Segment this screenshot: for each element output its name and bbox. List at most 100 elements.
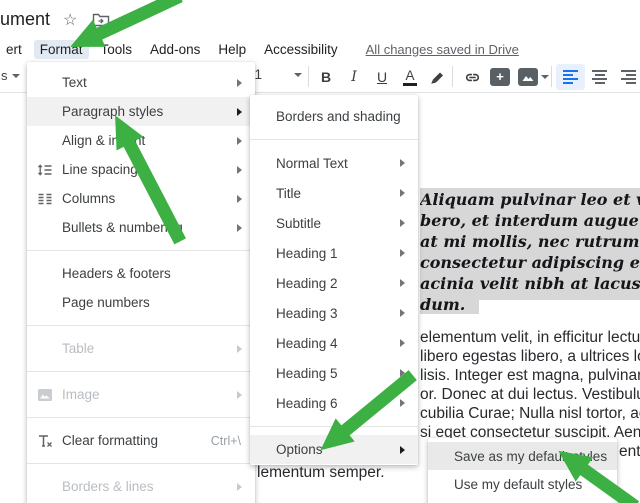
insert-link-button[interactable]: [458, 64, 486, 90]
doc-text-fragment: lementum semper.: [257, 464, 385, 481]
insert-image-button[interactable]: [514, 64, 552, 90]
menu-accessibility[interactable]: Accessibility: [258, 40, 344, 59]
submenu-arrow-icon: [400, 399, 405, 407]
submenu-arrow-icon: [400, 445, 405, 454]
submenu-arrow-icon: [400, 189, 405, 197]
menu-item-bullets-numbering[interactable]: Bullets & numbering: [27, 213, 255, 242]
doc-line: libero egestas libero, a ultrices lorem: [420, 348, 640, 365]
menu-item-heading-1[interactable]: Heading 1: [250, 238, 418, 268]
submenu-arrow-icon: [400, 309, 405, 317]
image-icon: [27, 388, 62, 402]
save-status-link[interactable]: All changes saved in Drive: [366, 42, 519, 57]
doc-line: at mi mollis, nec rutrum lorem eleifend.…: [420, 232, 640, 251]
menu-item-normal-text[interactable]: Normal Text: [250, 148, 418, 178]
doc-line: bero, et interdum augue porta a. Donec u…: [420, 211, 640, 230]
menu-addons[interactable]: Add-ons: [144, 40, 206, 59]
doc-line: elementum velit, in efficitur lectus qu: [420, 329, 640, 346]
menu-item-page-numbers[interactable]: Page numbers: [27, 288, 255, 317]
styled-paragraph: Aliquam pulvinar leo et varius feugiat. …: [420, 190, 640, 316]
star-icon[interactable]: ☆: [63, 10, 77, 30]
highlighter-icon: [431, 72, 443, 84]
menu-item-title[interactable]: Title: [250, 178, 418, 208]
menu-item-heading-3[interactable]: Heading 3: [250, 298, 418, 328]
underline-button[interactable]: U: [368, 64, 396, 90]
text-color-bar: [403, 82, 417, 86]
menu-item-heading-5[interactable]: Heading 5: [250, 358, 418, 388]
menu-item-save-default-styles[interactable]: Save as my default styles: [428, 442, 617, 470]
align-center-icon: [592, 70, 607, 84]
options-submenu: Save as my default styles Use my default…: [428, 438, 617, 503]
chevron-down-icon[interactable]: [294, 72, 303, 77]
menu-item-line-spacing[interactable]: Line spacing: [27, 155, 255, 184]
menu-item-heading-4[interactable]: Heading 4: [250, 328, 418, 358]
insert-comment-button[interactable]: +: [486, 64, 514, 90]
menu-help[interactable]: Help: [212, 40, 252, 59]
submenu-arrow-icon: [400, 159, 405, 167]
image-icon: [517, 68, 538, 86]
italic-button[interactable]: I: [340, 64, 368, 90]
submenu-arrow-icon: [237, 194, 242, 203]
move-to-folder-icon[interactable]: [92, 13, 110, 32]
align-center-button[interactable]: [585, 64, 614, 90]
toolbar-divider: [551, 66, 552, 87]
normal-paragraph: elementum velit, in efficitur lectus qu …: [420, 329, 640, 443]
menu-item-heading-6[interactable]: Heading 6: [250, 388, 418, 418]
menu-item-headers-footers[interactable]: Headers & footers: [27, 259, 255, 288]
menu-item-clear-formatting[interactable]: Clear formatting Ctrl+\: [27, 426, 255, 455]
doc-line: Aliquam pulvinar leo et varius feugiat. …: [420, 190, 640, 209]
menu-insert-fragment[interactable]: ert: [0, 40, 28, 59]
submenu-arrow-icon: [237, 78, 242, 87]
toolbar-fragment: s: [1, 68, 8, 83]
chevron-down-icon[interactable]: [540, 75, 549, 79]
menu-item-text[interactable]: Text: [27, 68, 255, 97]
menu-separator: [27, 371, 255, 372]
menu-bar: ert Format Tools Add-ons Help Accessibil…: [0, 38, 640, 60]
menu-format[interactable]: Format: [33, 39, 89, 59]
menu-item-subtitle[interactable]: Subtitle: [250, 208, 418, 238]
menu-item-heading-2[interactable]: Heading 2: [250, 268, 418, 298]
doc-line: lisis. Integer est magna, pulvinar laor: [420, 367, 640, 384]
submenu-arrow-icon: [237, 390, 242, 399]
menu-item-image[interactable]: Image: [27, 380, 255, 409]
align-left-icon: [563, 70, 578, 84]
menu-item-borders-and-shading[interactable]: Borders and shading: [250, 102, 418, 131]
document-title[interactable]: ument: [0, 9, 50, 30]
menu-item-options[interactable]: Options: [250, 435, 418, 464]
menu-item-align-indent[interactable]: Align & indent: [27, 126, 255, 155]
doc-text-fragment: ent: [619, 443, 640, 460]
columns-icon: [27, 192, 62, 206]
format-menu-panel: Text Paragraph styles Align & indent Lin…: [27, 62, 255, 503]
menu-item-table[interactable]: Table: [27, 334, 255, 363]
comment-icon: +: [490, 68, 510, 86]
doc-line-highlighted: dum.: [420, 295, 480, 314]
menu-tools[interactable]: Tools: [95, 40, 139, 59]
align-left-button[interactable]: [556, 64, 585, 90]
menu-separator: [27, 325, 255, 326]
doc-line: or. Donec at dui lectus. Vestibulum a: [420, 386, 640, 403]
doc-line: consectetur adipiscing elit. Nullam semp…: [420, 253, 640, 272]
menu-item-columns[interactable]: Columns: [27, 184, 255, 213]
submenu-arrow-icon: [237, 344, 242, 353]
plus-glyph: +: [496, 69, 504, 84]
align-right-button[interactable]: [614, 64, 640, 90]
submenu-arrow-icon: [400, 279, 405, 287]
align-right-icon: [621, 70, 636, 84]
bold-button[interactable]: B: [312, 64, 340, 90]
doc-line: cubilia Curae; Nulla nisl tortor, accur: [420, 405, 640, 422]
menu-separator: [250, 426, 418, 427]
submenu-arrow-icon: [400, 219, 405, 227]
submenu-arrow-icon: [400, 369, 405, 377]
link-icon: [465, 73, 479, 81]
doc-line: dum.: [420, 295, 640, 316]
title-bar: ument ☆: [0, 0, 640, 38]
text-color-button[interactable]: A: [396, 64, 424, 90]
chevron-down-icon[interactable]: [12, 74, 20, 78]
menu-separator: [27, 250, 255, 251]
highlight-color-button[interactable]: [424, 64, 452, 90]
menu-item-use-default-styles[interactable]: Use my default styles: [428, 470, 617, 498]
menu-item-paragraph-styles[interactable]: Paragraph styles: [27, 97, 255, 126]
line-spacing-icon: [27, 163, 62, 177]
toolbar-divider: [452, 66, 453, 87]
menu-item-borders-lines[interactable]: Borders & lines: [27, 472, 255, 501]
menu-separator: [250, 139, 418, 140]
